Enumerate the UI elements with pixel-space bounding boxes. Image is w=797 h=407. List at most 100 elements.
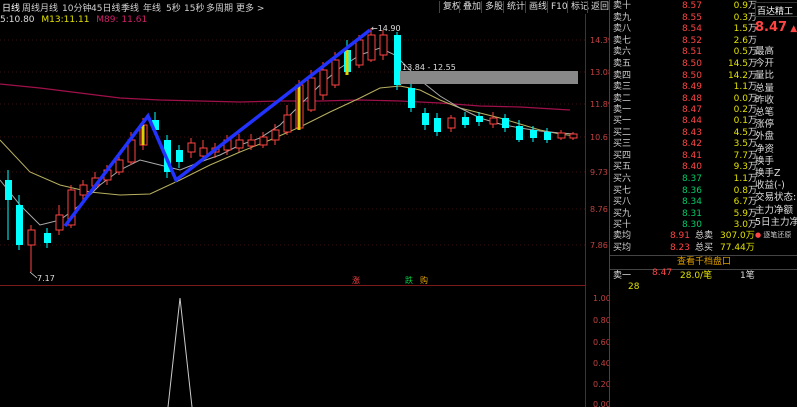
sell-level-price: 8.51: [681, 47, 702, 58]
indicator-axis-label: 0.80: [593, 316, 609, 325]
period-tab-0[interactable]: 日线: [2, 1, 20, 14]
sell-level-label: 卖九: [613, 12, 632, 23]
buy-level-price: 8.43: [681, 127, 702, 138]
signal-up-label: 涨: [352, 275, 360, 285]
period-tab-9[interactable]: 多周期: [206, 1, 233, 14]
sell-level-label: 卖四: [613, 70, 632, 81]
period-tab-3[interactable]: 10分钟: [62, 1, 91, 14]
buy-level-price: 8.37: [681, 174, 702, 184]
tick-restore-button[interactable]: ● 逐笔还原: [755, 230, 797, 241]
signal-down-label: 跌: [405, 275, 413, 285]
thousand-row-price: 8.47: [652, 268, 673, 278]
indicator-axis-label: 1.00: [593, 294, 609, 303]
sell-level-price: 8.50: [681, 59, 702, 69]
buy-level-label: 买四: [613, 150, 632, 161]
buy-level-label: 买三: [613, 139, 632, 150]
period-tab-5[interactable]: 季线: [121, 1, 139, 14]
indicator-axis-label: 0.40: [593, 359, 609, 368]
sell-level-volume: 1.5: [733, 24, 748, 35]
candle-body: [516, 126, 523, 140]
buy-level-volume: 7.7: [733, 150, 748, 161]
buy-level-label: 买九: [613, 208, 632, 219]
thousand-row-extra: 28: [628, 282, 640, 292]
thousand-row-count: 1笔: [740, 271, 755, 281]
candle-body: [259, 136, 268, 146]
candle-body: [79, 184, 88, 196]
legend-time: 5:10.80: [0, 15, 35, 25]
buy-level-volume: 3.5: [733, 139, 748, 150]
candle-body: [307, 77, 316, 111]
sell-level-volume: 0.3: [733, 12, 748, 23]
current-price: 8.47: [755, 20, 788, 35]
buy-level-label: 买八: [613, 197, 632, 208]
ma-legend: 5:10.80 M13:11.11 M89: 11.61: [0, 15, 147, 27]
candle-body: [247, 139, 256, 147]
period-tab-8[interactable]: 15秒: [184, 1, 204, 14]
candle-body: [502, 118, 509, 128]
sell-level-price: 8.52: [681, 35, 702, 46]
period-tab-7[interactable]: 5秒: [166, 1, 181, 14]
indicator-axis-label: 0.00: [593, 400, 609, 407]
sell-level-volume: 0.5: [733, 47, 748, 58]
candle-body: [271, 129, 280, 141]
candle-body: [283, 114, 292, 133]
candle-body: [355, 39, 364, 66]
record-icon: ●: [755, 231, 762, 239]
candle-body: [447, 117, 456, 129]
stat-label: 5日主力净: [755, 216, 797, 228]
buy-level-label: 买二: [613, 127, 632, 138]
sell-level-label: 卖十: [613, 1, 632, 11]
candle-body: [569, 133, 578, 139]
legend-m13: M13:11.11: [41, 15, 90, 25]
buy-level-label: 买五: [613, 162, 632, 173]
sell-level-volume: 1.1: [733, 82, 748, 93]
price-range-label: 13.84 - 12.55: [402, 63, 456, 72]
candle-body: [530, 130, 537, 138]
stock-name: 百达精工: [757, 7, 794, 17]
avg-label: 卖均: [613, 231, 632, 241]
volume-highlight-bar: [141, 125, 145, 145]
sell-level-volume: 2.6: [733, 35, 748, 46]
tool-buttons: 复权 叠加 多股 统计 画线 F10 标记 返回: [437, 0, 609, 14]
avg-total-value: 77.44万: [720, 242, 755, 253]
candle-body: [422, 113, 429, 125]
sell-level-volume: 14.2: [727, 70, 748, 81]
candle-body: [319, 69, 328, 96]
thousand-row-label: 卖一: [613, 271, 632, 281]
sell-level-volume: 14.5: [727, 59, 748, 69]
sell-level-label: 卖五: [613, 59, 632, 69]
buy-level-volume: 0.8: [733, 185, 748, 196]
price-axis-label: 10.61: [590, 133, 609, 142]
candle-body: [557, 132, 566, 139]
buy-level-volume: 5.9: [733, 208, 748, 219]
buy-level-label: 买六: [613, 174, 632, 184]
avg-price: 8.23: [669, 242, 690, 253]
price-axis-label: 11.89: [590, 100, 609, 109]
avg-price: 8.91: [669, 231, 690, 241]
buy-level-price: 8.36: [681, 185, 702, 196]
candle-body: [331, 59, 340, 86]
period-tab-1[interactable]: 周线: [22, 1, 40, 14]
quote-panel: 卖十 8.57 0.9 万卖九 8.55 0.3 万卖八 8.54 1.5 万卖七 8.52 2.6 万…: [609, 0, 797, 407]
sell-level-price: 8.49: [681, 82, 702, 93]
period-tab-10[interactable]: 更多 >: [236, 1, 264, 14]
buy-level-price: 8.34: [681, 197, 702, 208]
thousand-row-volume: 28.0/笔: [680, 271, 713, 281]
sell-level-price: 8.48: [681, 93, 702, 104]
price-axis-label: 14.39: [590, 36, 609, 45]
high-price-label: ←14.90: [371, 24, 401, 33]
period-tab-6[interactable]: 年线: [143, 1, 161, 14]
candle-body: [367, 34, 376, 61]
buy-level-label: 买七: [613, 185, 632, 196]
buy-level-volume: 6.7: [733, 197, 748, 208]
candle-body: [379, 34, 388, 56]
avg-total-label: 总卖: [695, 231, 714, 241]
low-price-label: 7.17: [37, 274, 55, 283]
period-tab-4[interactable]: 45日线: [91, 1, 120, 14]
period-tab-2[interactable]: 月线: [40, 1, 58, 14]
buy-level-volume: 4.5: [733, 127, 748, 138]
buy-level-price: 8.31: [681, 208, 702, 219]
buy-level-volume: 0.1: [733, 116, 748, 126]
kline-chart[interactable]: 13.84 - 12.55 ←14.90 7.17 涨 跌 购 14.39 13.…: [0, 0, 609, 407]
legend-m89: M89: 11.61: [96, 15, 148, 25]
